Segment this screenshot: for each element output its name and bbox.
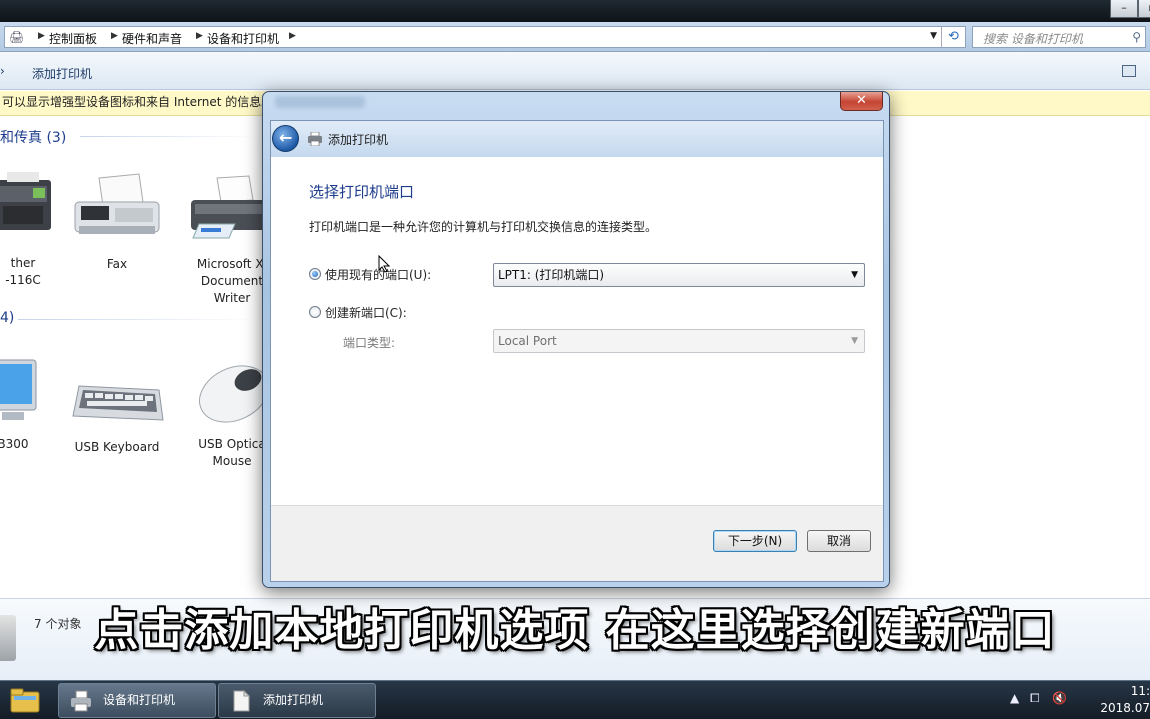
breadcrumb-control-panel[interactable]: 控制面板 [49, 30, 97, 47]
cancel-button[interactable]: 取消 [807, 530, 871, 552]
device-item-monitor[interactable]: B300 [0, 356, 40, 453]
control-panel-icon: 🖨 [9, 30, 25, 44]
device-label-line: B300 [0, 437, 29, 451]
mouse-cursor-icon [378, 255, 390, 273]
printer-icon [308, 132, 322, 146]
dialog-footer: 下一步(N) 取消 [271, 505, 883, 581]
group-heading-devices[interactable]: 4) [0, 310, 14, 326]
multifunction-printer-icon [0, 172, 51, 230]
system-tray: ▲ ⧠ 🔇 11: 2018.07 [1010, 681, 1150, 719]
chevron-down-icon: ▼ [851, 336, 858, 346]
back-button[interactable]: ← [272, 125, 299, 152]
clock[interactable]: 11: 2018.07 [1082, 683, 1150, 717]
taskbar-item-label: 添加打印机 [263, 693, 324, 707]
device-item-printer[interactable]: ther -116C [0, 168, 58, 289]
minimize-button[interactable]: – [1110, 0, 1138, 18]
taskbar-item-add-printer[interactable]: 添加打印机 [218, 683, 376, 718]
close-button[interactable]: ✕ [840, 92, 883, 111]
add-printer-dialog: ✕ ← 添加打印机 选择打印机端口 打印机端口是一种允许您的计算机与打印机交换信… [262, 91, 890, 588]
view-options-icon[interactable] [1122, 65, 1136, 77]
wizard-nav-strip: ← 添加打印机 [271, 121, 883, 157]
page-description: 打印机端口是一种允许您的计算机与打印机交换信息的连接类型。 [309, 220, 658, 234]
search-icon: ⚲ [1132, 30, 1141, 44]
wizard-title: 添加打印机 [328, 133, 389, 147]
search-placeholder: 搜索 设备和打印机 [983, 32, 1083, 46]
maximize-button[interactable]: ▫ [1138, 0, 1150, 18]
breadcrumb-hardware-sound[interactable]: 硬件和声音 [122, 30, 182, 47]
clock-time: 11: [1130, 684, 1150, 698]
group-divider [18, 319, 258, 320]
port-type-label: 端口类型: [343, 336, 396, 350]
taskbar-item-devices-printers[interactable]: 设备和打印机 [58, 683, 216, 718]
taskbar: 设备和打印机 添加打印机 ▲ ⧠ 🔇 11: 2018.07 [0, 680, 1150, 719]
command-bar: › 添加打印机 [0, 52, 1150, 90]
chevron-right-icon[interactable]: ▶ [289, 31, 296, 41]
device-item-fax[interactable]: Fax [64, 172, 170, 273]
fax-icon [74, 173, 160, 234]
arrow-left-icon: ← [279, 128, 293, 147]
create-new-port-label[interactable]: 创建新端口(C): [325, 304, 407, 321]
device-label-line: Fax [106, 257, 128, 271]
device-item-keyboard[interactable]: USB Keyboard [64, 380, 170, 456]
video-subtitle: 点击添加本地打印机选项 在这里选择创建新端口 [94, 605, 1056, 656]
create-new-port-radio[interactable] [309, 306, 321, 318]
network-icon[interactable]: ⧠ [1030, 691, 1040, 706]
next-button[interactable]: 下一步(N) [713, 530, 797, 552]
document-icon [233, 689, 251, 712]
chevron-right-icon[interactable]: ▶ [111, 31, 118, 41]
address-dropdown-icon[interactable]: ▼ [930, 31, 937, 41]
dialog-client-area: ← 添加打印机 选择打印机端口 打印机端口是一种允许您的计算机与打印机交换信息的… [270, 120, 884, 582]
chevron-right-icon[interactable]: ▶ [38, 31, 45, 41]
volume-muted-icon[interactable]: 🔇 [1052, 691, 1067, 705]
chevron-down-icon: ▼ [851, 270, 858, 280]
device-label-line: ther [10, 256, 36, 270]
keyboard-icon [72, 385, 164, 421]
address-bar[interactable]: 🖨 ▶ 控制面板 ▶ 硬件和声音 ▶ 设备和打印机 ▶ ▼ ⟲ [4, 26, 966, 48]
breadcrumb-devices-printers[interactable]: 设备和打印机 [207, 30, 279, 47]
chevron-right-icon[interactable]: ▶ [196, 31, 203, 41]
existing-port-select[interactable]: LPT1: (打印机端口) ▼ [493, 263, 865, 287]
tray-expand-icon[interactable]: ▲ [1010, 691, 1019, 705]
use-existing-port-radio[interactable] [309, 268, 321, 280]
port-type-select: Local Port ▼ [493, 329, 865, 353]
existing-port-value: LPT1: (打印机端口) [498, 268, 605, 282]
window-titlebar: – ▫ [0, 0, 1150, 22]
device-label-line: USB Keyboard [74, 440, 160, 454]
group-divider [80, 136, 260, 137]
toolbar-item-stub[interactable]: › [0, 64, 5, 78]
page-title: 选择打印机端口 [309, 183, 415, 201]
port-type-value: Local Port [498, 334, 557, 348]
group-heading-printers[interactable]: 和传真 (3) [0, 127, 66, 147]
refresh-icon[interactable]: ⟲ [941, 27, 965, 47]
clock-date: 2018.07 [1100, 701, 1150, 715]
device-label-line: -116C [5, 273, 41, 287]
add-printer-command[interactable]: 添加打印机 [32, 65, 92, 82]
address-bar-row: 🖨 ▶ 控制面板 ▶ 硬件和声音 ▶ 设备和打印机 ▶ ▼ ⟲ 搜索 设备和打印… [0, 22, 1150, 52]
monitor-icon [0, 359, 37, 420]
printer-icon [71, 690, 91, 712]
search-input[interactable]: 搜索 设备和打印机 ⚲ [972, 26, 1146, 48]
dialog-title-blurred [275, 96, 365, 108]
folder-icon[interactable] [8, 684, 42, 716]
taskbar-item-label: 设备和打印机 [103, 693, 176, 707]
